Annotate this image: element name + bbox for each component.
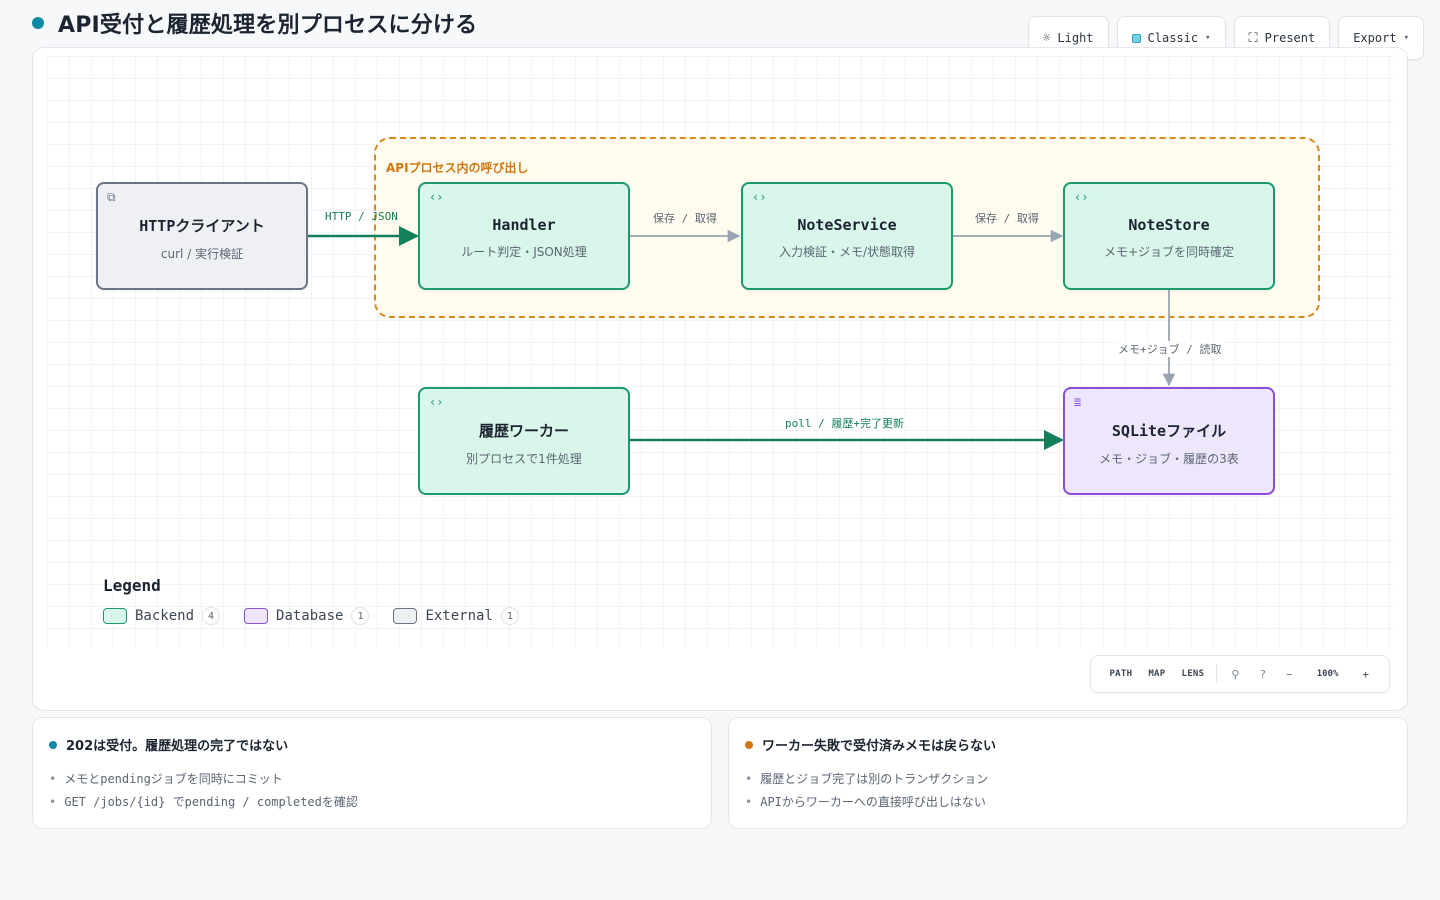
external-link-icon: ⧉ bbox=[107, 190, 116, 204]
node-title: Handler bbox=[492, 216, 556, 234]
legend-label: Database bbox=[276, 608, 344, 624]
legend-count: 1 bbox=[351, 607, 370, 625]
code-icon: ‹› bbox=[752, 190, 767, 204]
edge-label-store-sqlite: メモ+ジョブ / 読取 bbox=[1116, 341, 1224, 357]
fullscreen-icon: ⛶ bbox=[1248, 30, 1258, 46]
edge-label-worker-sqlite: poll / 履歴+完了更新 bbox=[785, 417, 904, 430]
page-header: API受付と履歴処理を別プロセスに分ける bbox=[32, 8, 477, 38]
diagram-canvas[interactable]: APIプロセス内の呼び出し HTTP / JSON 保存 / 取得 保存 / 取… bbox=[32, 47, 1408, 711]
node-title: SQLiteファイル bbox=[1111, 421, 1227, 440]
node-http-client[interactable]: ⧉ HTTPクライアント curl / 実行検証 bbox=[96, 182, 308, 290]
node-title: HTTPクライアント bbox=[139, 216, 265, 235]
code-icon: ‹› bbox=[1074, 190, 1089, 204]
node-subtitle: メモ・ジョブ・履歴の3表 bbox=[1099, 451, 1239, 466]
chevron-down-icon: ▾ bbox=[1403, 33, 1409, 43]
node-title: NoteService bbox=[797, 216, 897, 234]
list-item: • 履歴とジョブ完了は別のトランザクション bbox=[745, 772, 989, 786]
note-title: ワーカー失敗で受付済みメモは戻らない bbox=[762, 739, 997, 754]
node-note-store[interactable]: ‹› NoteStore メモ+ジョブを同時確定 bbox=[1063, 182, 1275, 290]
node-subtitle: 入力検証・メモ/状態取得 bbox=[778, 245, 916, 259]
zoom-level: 100% bbox=[1316, 669, 1339, 679]
help-icon[interactable]: ? bbox=[1249, 668, 1276, 681]
divider bbox=[1216, 664, 1218, 684]
path-button[interactable]: PATH bbox=[1101, 669, 1140, 679]
legend-label: External bbox=[425, 608, 493, 624]
note-dot bbox=[745, 740, 753, 749]
note-title: 202は受付。履歴処理の完了ではない bbox=[66, 739, 289, 754]
search-icon[interactable]: ⚲ bbox=[1221, 668, 1249, 681]
list-item: • メモとpendingジョブを同時にコミット bbox=[49, 772, 283, 786]
edge-label-client-handler: HTTP / JSON bbox=[325, 210, 398, 223]
export-label: Export bbox=[1353, 31, 1397, 45]
legend-count: 4 bbox=[202, 607, 221, 625]
present-label: Present bbox=[1264, 31, 1316, 45]
zoom-in-icon[interactable]: + bbox=[1352, 668, 1379, 681]
code-icon: ‹› bbox=[429, 190, 444, 204]
theme-label: Light bbox=[1057, 31, 1094, 45]
zoom-out-icon[interactable]: − bbox=[1276, 668, 1303, 681]
legend-swatch bbox=[244, 608, 269, 624]
legend-swatch bbox=[393, 608, 418, 624]
zoom-toolbar: PATH MAP LENS ⚲ ? − 100% + bbox=[1090, 655, 1390, 693]
list-item: • GET /jobs/{id} でpending / completedを確認 bbox=[49, 795, 358, 809]
legend-title: Legend bbox=[103, 576, 161, 595]
map-button[interactable]: MAP bbox=[1140, 669, 1173, 679]
node-subtitle: curl / 実行検証 bbox=[160, 246, 244, 261]
node-title: 履歴ワーカー bbox=[478, 421, 569, 440]
note-card-worker-failure: ワーカー失敗で受付済みメモは戻らない • 履歴とジョブ完了は別のトランザクション … bbox=[728, 717, 1408, 829]
edge-label-handler-service: 保存 / 取得 bbox=[653, 212, 717, 225]
node-title: NoteStore bbox=[1128, 216, 1210, 234]
legend-label: Backend bbox=[135, 608, 195, 624]
legend: Legend Backend 4 Database 1 External 1 bbox=[103, 576, 519, 625]
node-handler[interactable]: ‹› Handler ルート判定・JSON処理 bbox=[418, 182, 630, 290]
title-dot bbox=[32, 17, 44, 29]
lens-button[interactable]: LENS bbox=[1174, 669, 1213, 679]
note-dot bbox=[49, 740, 57, 749]
node-history-worker[interactable]: ‹› 履歴ワーカー 別プロセスで1件処理 bbox=[418, 387, 630, 495]
style-swatch-icon bbox=[1131, 33, 1141, 43]
chevron-down-icon: ▾ bbox=[1205, 33, 1211, 43]
legend-count: 1 bbox=[500, 607, 519, 625]
sun-icon: ☼ bbox=[1042, 30, 1051, 46]
edge-label-service-store: 保存 / 取得 bbox=[975, 212, 1039, 225]
legend-item-external[interactable]: External 1 bbox=[393, 607, 519, 625]
node-sqlite-file[interactable]: ≣ SQLiteファイル メモ・ジョブ・履歴の3表 bbox=[1063, 387, 1275, 495]
note-card-acceptance: 202は受付。履歴処理の完了ではない • メモとpendingジョブを同時にコミッ… bbox=[32, 717, 712, 829]
database-icon: ≣ bbox=[1074, 395, 1082, 409]
node-subtitle: 別プロセスで1件処理 bbox=[466, 451, 582, 466]
node-subtitle: メモ+ジョブを同時確定 bbox=[1103, 245, 1235, 259]
page-title: API受付と履歴処理を別プロセスに分ける bbox=[58, 13, 478, 38]
node-note-service[interactable]: ‹› NoteService 入力検証・メモ/状態取得 bbox=[741, 182, 953, 290]
style-label: Classic bbox=[1147, 31, 1199, 45]
legend-item-database[interactable]: Database 1 bbox=[244, 607, 370, 625]
legend-item-backend[interactable]: Backend 4 bbox=[103, 607, 221, 625]
legend-swatch bbox=[103, 608, 127, 624]
node-subtitle: ルート判定・JSON処理 bbox=[461, 245, 587, 259]
list-item: • APIからワーカーへの直接呼び出しはない bbox=[745, 795, 986, 809]
code-icon: ‹› bbox=[429, 395, 444, 409]
